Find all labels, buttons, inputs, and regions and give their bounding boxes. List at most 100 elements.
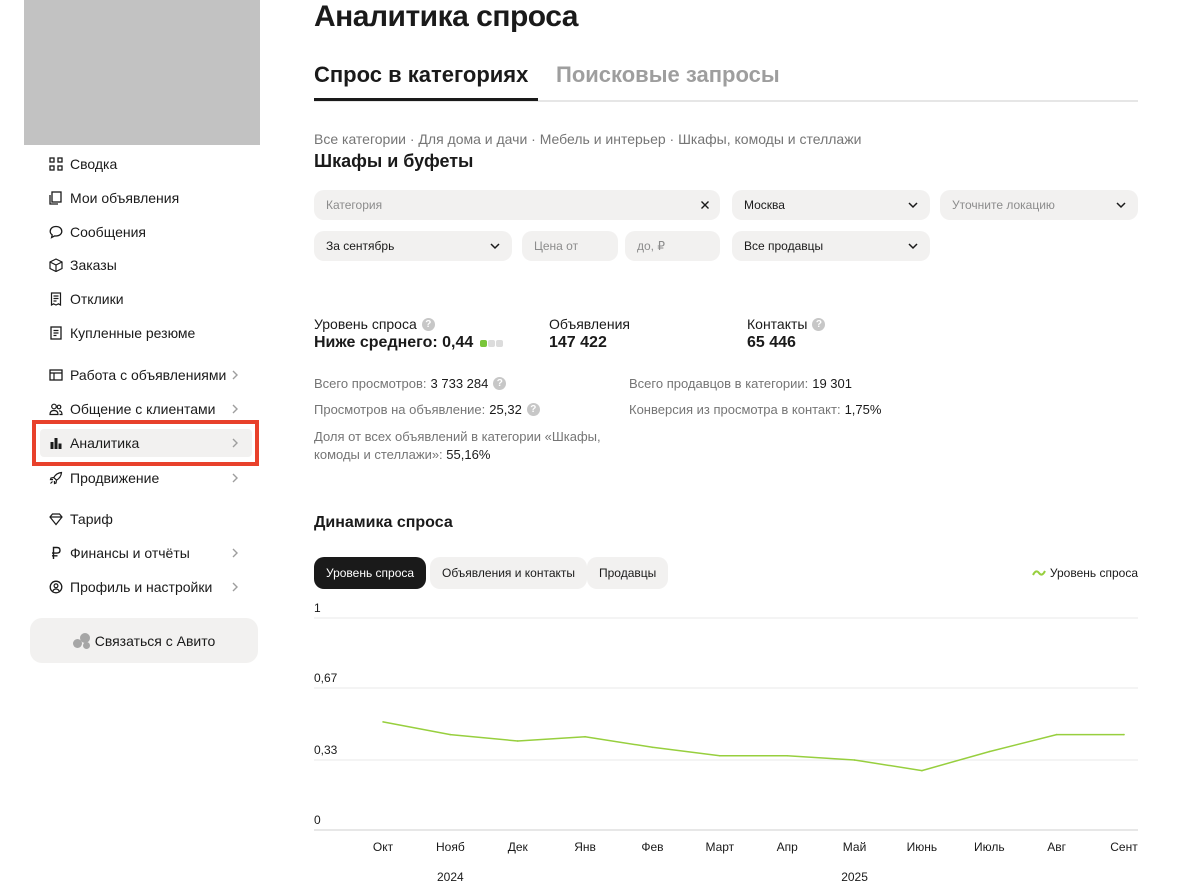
contact-avito-button[interactable]: Связаться с Авито: [30, 618, 258, 663]
sidebar-item-label: Заказы: [70, 257, 117, 273]
contacts-label-text: Контакты: [747, 316, 808, 332]
data-point: [584, 735, 586, 738]
legend-line-icon: [1032, 570, 1046, 576]
help-icon[interactable]: ?: [421, 317, 435, 331]
x-tick-label: Сент: [1110, 840, 1138, 854]
sidebar-item-diamond[interactable]: Тариф: [40, 505, 252, 533]
sidebar-item-board[interactable]: Работа с объявлениями: [40, 361, 252, 389]
data-point: [651, 746, 654, 749]
city-select[interactable]: Москва: [732, 190, 930, 220]
category-share-value: 55,16%: [446, 447, 491, 462]
x-tick-label: Нояб: [436, 840, 465, 854]
price-from-input[interactable]: Цена от: [522, 231, 618, 261]
data-point: [449, 733, 452, 736]
diamond-icon: [46, 509, 66, 529]
contacts-value: 65 446: [747, 334, 796, 351]
chip-demand-level[interactable]: Уровень спроса: [314, 557, 427, 589]
help-icon[interactable]: ?: [526, 403, 540, 416]
chevron-right-icon: [232, 582, 238, 592]
series-line: [382, 721, 1124, 772]
demand-level-value: Ниже среднего: 0,44: [314, 334, 504, 352]
demand-level-value-text: Ниже среднего: 0,44: [314, 334, 474, 351]
location-select-placeholder: Уточните локацию: [952, 198, 1055, 212]
sellers-select[interactable]: Все продавцы: [732, 231, 930, 261]
sidebar-item-profile[interactable]: Профиль и настройки: [40, 573, 252, 601]
breadcrumb[interactable]: Все категории · Для дома и дачи · Мебель…: [314, 131, 861, 147]
price-to-placeholder: до, ₽: [637, 239, 665, 253]
conversion-label: Конверсия из просмотра в контакт:: [629, 402, 841, 417]
x-tick-label: Авг: [1047, 840, 1066, 854]
category-input-placeholder: Категория: [326, 198, 383, 212]
x-tick-label: Июнь: [907, 840, 938, 854]
copy-icon: [46, 188, 66, 208]
sidebar-item-grid[interactable]: Сводка: [40, 150, 252, 178]
x-tick-label: Фев: [641, 840, 663, 854]
chevron-right-icon: [232, 548, 238, 558]
ruble-icon: [46, 543, 66, 563]
sidebar-item-chat-bubble[interactable]: Сообщения: [40, 218, 252, 246]
data-point: [786, 755, 788, 757]
help-icon[interactable]: ?: [493, 377, 507, 390]
chevron-right-icon: [232, 473, 238, 483]
sidebar-item-ruble[interactable]: Финансы и отчёты: [40, 539, 252, 567]
location-select[interactable]: Уточните локацию: [940, 190, 1138, 220]
x-tick-label: Дек: [508, 840, 529, 854]
sidebar-item-label: Работа с объявлениями: [70, 367, 227, 383]
demand-meter: [480, 339, 504, 347]
avito-logo-icon: [72, 632, 91, 649]
data-point: [719, 755, 721, 757]
data-point: [988, 750, 991, 753]
tab-search-queries[interactable]: Поисковые запросы: [556, 62, 780, 88]
period-select-value: За сентябрь: [326, 239, 395, 253]
data-point: [853, 759, 856, 761]
chip-ads-and-contacts[interactable]: Объявления и контакты: [430, 557, 588, 589]
sidebar-item-rocket[interactable]: Продвижение: [40, 464, 252, 492]
chevron-right-icon: [232, 404, 238, 414]
contacts-label: Контакты ?: [747, 316, 826, 332]
meter-segment: [496, 339, 504, 347]
views-per-ad: Просмотров на объявление: 25,32 ?: [314, 402, 540, 417]
people-icon: [46, 399, 66, 419]
chart-legend: Уровень спроса: [1032, 566, 1138, 580]
chevron-down-icon: [1116, 202, 1126, 209]
x-tick-label: Март: [705, 840, 734, 854]
sidebar-item-box[interactable]: Заказы: [40, 251, 252, 279]
price-to-input[interactable]: до, ₽: [625, 231, 720, 261]
chat-bubble-icon: [46, 222, 66, 242]
tabs: Спрос в категориях Поисковые запросы: [314, 60, 1138, 102]
data-point: [516, 740, 519, 742]
chip-sellers[interactable]: Продавцы: [587, 557, 669, 589]
sidebar-item-people[interactable]: Общение с клиентами: [40, 395, 252, 423]
sidebar-item-label: Общение с клиентами: [70, 401, 216, 417]
x-tick-label: Апр: [777, 840, 799, 854]
tab-demand-in-categories[interactable]: Спрос в категориях: [314, 62, 528, 88]
total-sellers: Всего продавцов в категории: 19 301: [629, 376, 852, 391]
sidebar-item-label: Профиль и настройки: [70, 579, 213, 595]
ads-value: 147 422: [549, 334, 607, 351]
chevron-down-icon: [908, 243, 918, 250]
box-icon: [46, 255, 66, 275]
contact-avito-label: Связаться с Авито: [94, 632, 216, 649]
demand-level-label-text: Уровень спроса: [314, 316, 417, 332]
help-icon[interactable]: ?: [812, 317, 826, 331]
chevron-down-icon: [908, 202, 918, 209]
year-label: 2024: [437, 870, 464, 884]
meter-segment: [488, 339, 496, 347]
demand-chart: 0 0,33 0,67 1 Окт Нояб Дек Янв Фев Март Апр Май Июнь…: [314, 601, 1138, 884]
profile-icon: [46, 577, 66, 597]
category-title: Шкафы и буфеты: [314, 151, 474, 171]
chevron-down-icon: [490, 243, 500, 250]
y-tick-label: 0: [314, 813, 321, 827]
dynamics-title: Динамика спроса: [314, 514, 453, 531]
period-select[interactable]: За сентябрь: [314, 231, 512, 261]
sidebar-item-resume[interactable]: Купленные резюме: [40, 319, 252, 347]
clear-icon[interactable]: [698, 198, 712, 212]
document-list-icon: [46, 289, 66, 309]
sidebar-item-copy[interactable]: Мои объявления: [40, 184, 252, 212]
price-from-placeholder: Цена от: [534, 239, 579, 253]
sidebar-item-document-list[interactable]: Отклики: [40, 285, 252, 313]
y-tick-label: 1: [314, 601, 321, 615]
city-select-value: Москва: [744, 198, 785, 212]
x-tick-label: Янв: [574, 840, 596, 854]
category-input[interactable]: Категория: [314, 190, 720, 220]
